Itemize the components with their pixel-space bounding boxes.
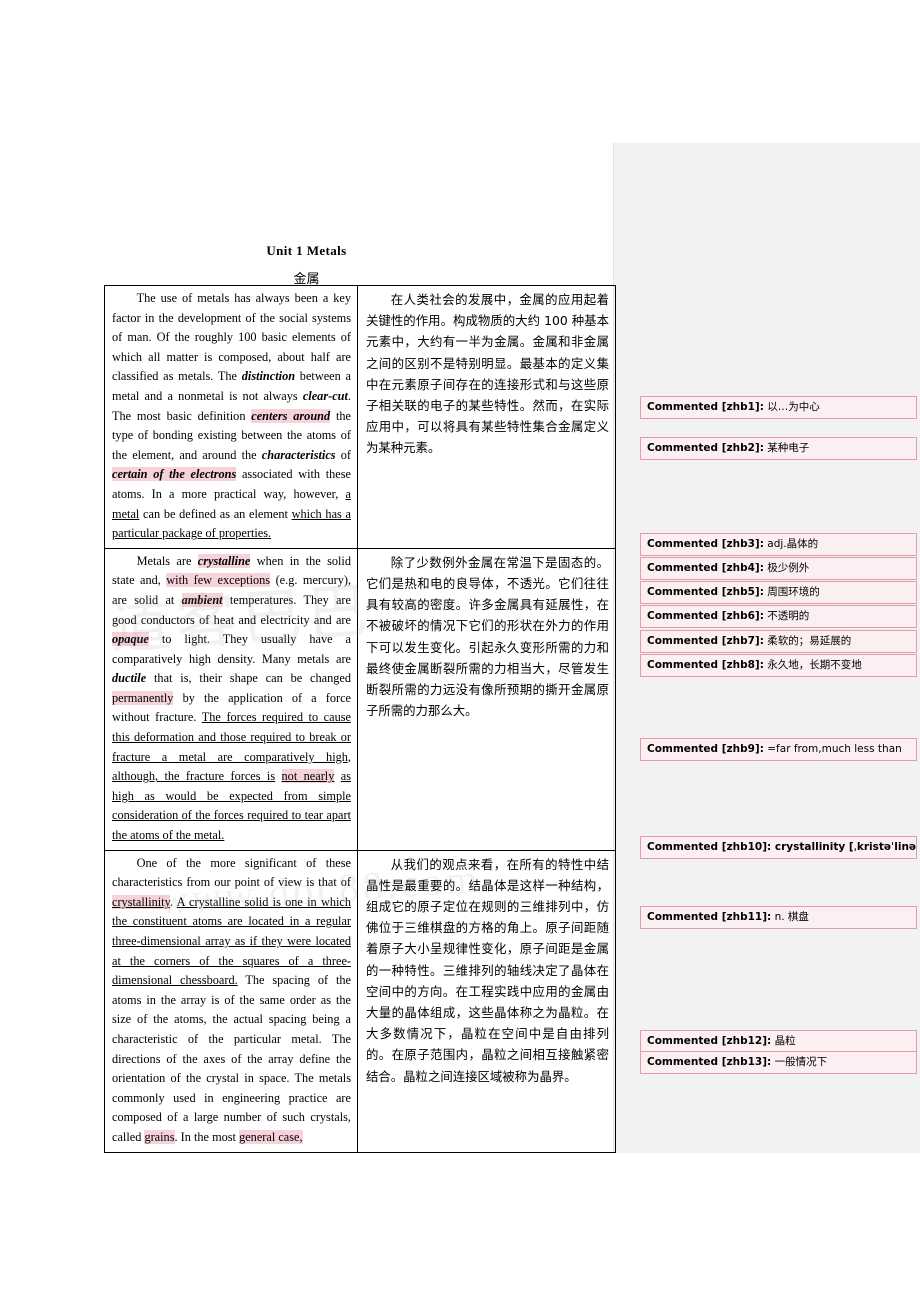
- comment-balloon-zhb8[interactable]: Commented [zhb8]: 永久地，长期不变地: [640, 654, 917, 677]
- comment-balloon-zhb12[interactable]: Commented [zhb12]: 晶粒: [640, 1030, 917, 1053]
- table-cell-chinese: 从我们的观点来看，在所有的特性中结晶性是最重要的。结晶体是这样一种结构，组成它的…: [357, 849, 616, 1153]
- comment-balloon-zhb7[interactable]: Commented [zhb7]: 柔软的；易延展的: [640, 630, 917, 653]
- table-row: One of the more significant of these cha…: [104, 849, 616, 1153]
- comment-text: 以…为中心: [763, 401, 820, 413]
- comment-label: Commented [zhb7]:: [647, 635, 764, 647]
- table-cell-chinese: 在人类社会的发展中，金属的应用起着关键性的作用。构成物质的大约 100 种基本元…: [357, 285, 616, 549]
- table-row: Metals are crystalline when in the solid…: [104, 547, 616, 851]
- comment-label: Commented [zhb2]:: [647, 442, 764, 454]
- comment-balloon-zhb11[interactable]: Commented [zhb11]: n. 棋盘: [640, 906, 917, 929]
- comment-text: 晶粒: [771, 1035, 796, 1047]
- comment-text: crystallinity [ˌkristəˈlinəti]: [771, 841, 917, 853]
- bilingual-table: The use of metals has always been a key …: [104, 285, 616, 1153]
- comment-text: 柔软的；易延展的: [763, 635, 852, 647]
- comment-balloon-zhb10[interactable]: Commented [zhb10]: crystallinity [ˌkrist…: [640, 836, 917, 859]
- comment-label: Commented [zhb8]:: [647, 659, 764, 671]
- comment-balloon-zhb2[interactable]: Commented [zhb2]: 某种电子: [640, 437, 917, 460]
- table-cell-english: Metals are crystalline when in the solid…: [104, 547, 358, 851]
- table-cell-english: One of the more significant of these cha…: [104, 849, 358, 1153]
- table-cell-english: The use of metals has always been a key …: [104, 285, 358, 549]
- comment-balloon-zhb4[interactable]: Commented [zhb4]: 极少例外: [640, 557, 917, 580]
- comment-text: 一般情况下: [771, 1056, 828, 1068]
- comment-label: Commented [zhb1]:: [647, 401, 764, 413]
- comment-balloon-zhb3[interactable]: Commented [zhb3]: adj.晶体的: [640, 533, 917, 556]
- chinese-paragraph-3: 从我们的观点来看，在所有的特性中结晶性是最重要的。结晶体是这样一种结构，组成它的…: [366, 856, 609, 1084]
- page-title: Unit 1 Metals: [266, 243, 347, 258]
- table-body: The use of metals has always been a key …: [104, 285, 616, 1153]
- table-row: The use of metals has always been a key …: [104, 285, 616, 549]
- comment-balloon-zhb9[interactable]: Commented [zhb9]: =far from,much less th…: [640, 738, 917, 761]
- comment-text: 周围环境的: [763, 586, 820, 598]
- comment-text: 永久地，长期不变地: [763, 659, 862, 671]
- comment-text: =far from,much less than: [763, 743, 902, 755]
- comment-label: Commented [zhb13]:: [647, 1056, 772, 1068]
- english-paragraph-3: One of the more significant of these cha…: [112, 855, 351, 1144]
- document-body-area: 道客巴巴 www.doc88.com Unit 1 Metals 金属 The …: [0, 0, 616, 1302]
- comment-text: 不透明的: [763, 610, 810, 622]
- table-cell-chinese: 除了少数例外金属在常温下是固态的。它们是热和电的良导体，不透光。它们往往具有较高…: [357, 547, 616, 851]
- comment-label: Commented [zhb11]:: [647, 911, 772, 923]
- comment-label: Commented [zhb5]:: [647, 586, 764, 598]
- comment-balloon-zhb6[interactable]: Commented [zhb6]: 不透明的: [640, 605, 917, 628]
- comment-text: adj.晶体的: [763, 538, 819, 550]
- comment-text: 极少例外: [763, 562, 810, 574]
- comment-label: Commented [zhb3]:: [647, 538, 764, 550]
- chinese-paragraph-1: 在人类社会的发展中，金属的应用起着关键性的作用。构成物质的大约 100 种基本元…: [366, 292, 609, 456]
- comment-label: Commented [zhb4]:: [647, 562, 764, 574]
- comment-label: Commented [zhb12]:: [647, 1035, 772, 1047]
- comment-balloon-zhb13[interactable]: Commented [zhb13]: 一般情况下: [640, 1051, 917, 1074]
- comment-text: n. 棋盘: [771, 911, 809, 923]
- comment-text: 某种电子: [763, 442, 810, 454]
- english-paragraph-1: The use of metals has always been a key …: [112, 291, 352, 541]
- comment-balloon-zhb5[interactable]: Commented [zhb5]: 周围环境的: [640, 581, 917, 604]
- chinese-paragraph-2: 除了少数例外金属在常温下是固态的。它们是热和电的良导体，不透光。它们往往具有较高…: [366, 554, 609, 719]
- comment-label: Commented [zhb6]:: [647, 610, 764, 622]
- comment-balloon-zhb1[interactable]: Commented [zhb1]: 以…为中心: [640, 396, 917, 419]
- comment-label: Commented [zhb9]:: [647, 743, 764, 755]
- comment-label: Commented [zhb10]:: [647, 841, 772, 853]
- document-page: 道客巴巴 www.doc88.com Unit 1 Metals 金属 The …: [0, 0, 920, 1302]
- english-paragraph-2: Metals are crystalline when in the solid…: [112, 553, 352, 843]
